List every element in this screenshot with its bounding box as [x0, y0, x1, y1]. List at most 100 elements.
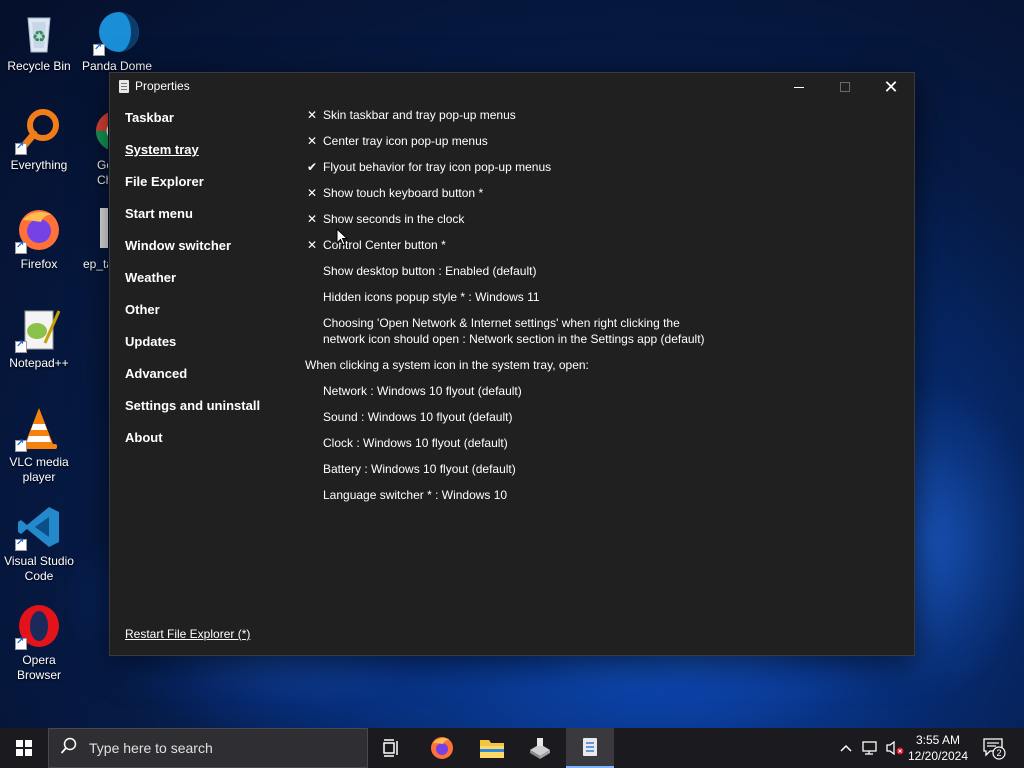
option-touch-keyboard-button[interactable]: ✕ Show touch keyboard button * — [305, 185, 865, 201]
shortcut-arrow-icon — [15, 339, 27, 353]
setting-label: Hidden icons popup style * : Windows 11 — [323, 290, 540, 304]
taskbar-firefox[interactable] — [418, 728, 466, 768]
shortcut-arrow-icon — [15, 240, 27, 254]
desktop-icon-notepad-plus-plus[interactable]: Notepad++ — [0, 305, 78, 371]
option-label: Center tray icon pop-up menus — [323, 134, 488, 148]
task-view-button[interactable] — [368, 728, 416, 768]
sidebar-item-about[interactable]: About — [125, 429, 260, 461]
taskbar: Type here to search 3:55 AM 12/20/2024 2 — [0, 728, 1024, 768]
desktop-icon-label: Opera Browser — [16, 653, 61, 682]
option-flyout-behavior[interactable]: ✔ Flyout behavior for tray icon pop-up m… — [305, 159, 865, 175]
setting-label: Clock : Windows 10 flyout (default) — [323, 436, 508, 450]
sidebar-nav: Taskbar System tray File Explorer Start … — [125, 109, 260, 461]
sidebar-item-updates[interactable]: Updates — [125, 333, 260, 365]
taskbar-file-explorer[interactable] — [468, 728, 516, 768]
minimize-button[interactable] — [776, 73, 822, 101]
setting-network-flyout[interactable]: Network : Windows 10 flyout (default) — [305, 383, 865, 399]
sidebar-item-other[interactable]: Other — [125, 301, 260, 333]
unchecked-x-icon: ✕ — [306, 238, 318, 252]
app-icon — [530, 738, 550, 759]
option-control-center-button[interactable]: ✕ Control Center button * — [305, 237, 865, 253]
panda-dome-icon — [93, 8, 141, 56]
desktop-icon-panda-dome[interactable]: Panda Dome — [78, 8, 156, 74]
sidebar-item-system-tray[interactable]: System tray — [125, 141, 260, 173]
network-icon — [862, 741, 877, 755]
desktop-icon-vscode[interactable]: Visual Studio Code — [0, 503, 78, 584]
option-label: Skin taskbar and tray pop-up menus — [323, 108, 516, 122]
desktop-icon-firefox[interactable]: Firefox — [0, 206, 78, 272]
taskbar-app[interactable] — [516, 728, 564, 768]
network-tray-button[interactable] — [860, 728, 882, 768]
properties-window: Properties ✕ Taskbar System tray File Ex… — [109, 72, 915, 656]
setting-network-settings-target[interactable]: Choosing 'Open Network & Internet settin… — [305, 315, 725, 347]
desktop-icon-label: Go Ch — [97, 158, 108, 187]
unchecked-x-icon: ✕ — [306, 186, 318, 200]
taskbar-clock[interactable]: 3:55 AM 12/20/2024 — [906, 732, 970, 764]
restart-file-explorer-link[interactable]: Restart File Explorer (*) — [125, 627, 250, 641]
mouse-cursor-icon — [336, 227, 349, 246]
sidebar-item-taskbar[interactable]: Taskbar — [125, 109, 260, 141]
task-view-icon — [383, 739, 398, 757]
unchecked-x-icon: ✕ — [306, 212, 318, 226]
taskbar-properties[interactable] — [566, 728, 614, 768]
clock-time: 3:55 AM — [915, 733, 961, 747]
volume-tray-button[interactable] — [884, 728, 906, 768]
system-tray-settings: ✕ Skin taskbar and tray pop-up menus ✕ C… — [305, 107, 865, 513]
desktop-icon-label: Notepad++ — [9, 356, 69, 370]
taskbar-search-box[interactable]: Type here to search — [48, 728, 368, 768]
setting-hidden-icons-popup-style[interactable]: Hidden icons popup style * : Windows 11 — [305, 289, 865, 305]
google-chrome-icon — [92, 107, 108, 155]
desktop-icon-google-chrome[interactable]: Go Ch — [78, 107, 108, 188]
notepad-plus-plus-icon — [15, 305, 63, 353]
option-label: Show touch keyboard button * — [323, 186, 484, 200]
desktop-icon-everything[interactable]: Everything — [0, 107, 78, 173]
setting-label: Battery : Windows 10 flyout (default) — [323, 462, 516, 476]
sidebar-item-advanced[interactable]: Advanced — [125, 365, 260, 397]
desktop-icon-vlc[interactable]: VLC media player — [0, 404, 78, 485]
title-bar[interactable]: Properties ✕ — [110, 73, 914, 101]
unchecked-x-icon: ✕ — [306, 108, 318, 122]
setting-label: Choosing 'Open Network & Internet settin… — [323, 316, 705, 346]
desktop-icon-recycle-bin[interactable]: ♻ Recycle Bin — [0, 8, 78, 74]
desktop-icon-label: VLC media player — [9, 455, 69, 484]
notification-center-button[interactable]: 2 — [982, 736, 1006, 760]
desktop-icon-opera[interactable]: Opera Browser — [0, 602, 78, 683]
option-center-tray-menus[interactable]: ✕ Center tray icon pop-up menus — [305, 133, 865, 149]
search-placeholder: Type here to search — [89, 740, 213, 756]
desktop-icon-label: Everything — [10, 158, 68, 172]
vscode-icon — [15, 503, 63, 551]
clock-date: 12/20/2024 — [907, 749, 969, 763]
shortcut-arrow-icon — [93, 42, 105, 56]
setting-sound-flyout[interactable]: Sound : Windows 10 flyout (default) — [305, 409, 865, 425]
shortcut-arrow-icon — [15, 636, 27, 650]
recycle-bin-icon: ♻ — [15, 8, 63, 56]
opera-icon — [15, 602, 63, 650]
show-hidden-icons-button[interactable] — [836, 728, 856, 768]
sidebar-item-weather[interactable]: Weather — [125, 269, 260, 301]
search-icon — [49, 737, 89, 760]
setting-clock-flyout[interactable]: Clock : Windows 10 flyout (default) — [305, 435, 865, 451]
vlc-icon — [15, 404, 63, 452]
option-skin-taskbar-menus[interactable]: ✕ Skin taskbar and tray pop-up menus — [305, 107, 865, 123]
setting-language-switcher[interactable]: Language switcher * : Windows 10 — [305, 487, 865, 503]
chevron-up-icon — [840, 744, 852, 752]
desktop-icon-label: Firefox — [20, 257, 58, 271]
firefox-icon — [431, 737, 453, 759]
window-title: Properties — [135, 79, 190, 93]
windows-logo-icon — [16, 740, 32, 756]
option-show-seconds[interactable]: ✕ Show seconds in the clock — [305, 211, 865, 227]
maximize-button — [822, 73, 868, 101]
setting-battery-flyout[interactable]: Battery : Windows 10 flyout (default) — [305, 461, 865, 477]
close-button[interactable]: ✕ — [868, 73, 914, 101]
everything-search-icon — [15, 107, 63, 155]
sidebar-item-settings-and-uninstall[interactable]: Settings and uninstall — [125, 397, 260, 429]
notification-count: 2 — [996, 748, 1002, 758]
sidebar-item-start-menu[interactable]: Start menu — [125, 205, 260, 237]
setting-show-desktop-button[interactable]: Show desktop button : Enabled (default) — [305, 263, 865, 279]
properties-app-icon — [119, 80, 129, 93]
sidebar-item-file-explorer[interactable]: File Explorer — [125, 173, 260, 205]
desktop-icon-ep-taskbar[interactable]: ep_ta — [78, 206, 108, 272]
setting-label: Language switcher * : Windows 10 — [323, 488, 508, 502]
sidebar-item-window-switcher[interactable]: Window switcher — [125, 237, 260, 269]
start-button[interactable] — [0, 728, 48, 768]
